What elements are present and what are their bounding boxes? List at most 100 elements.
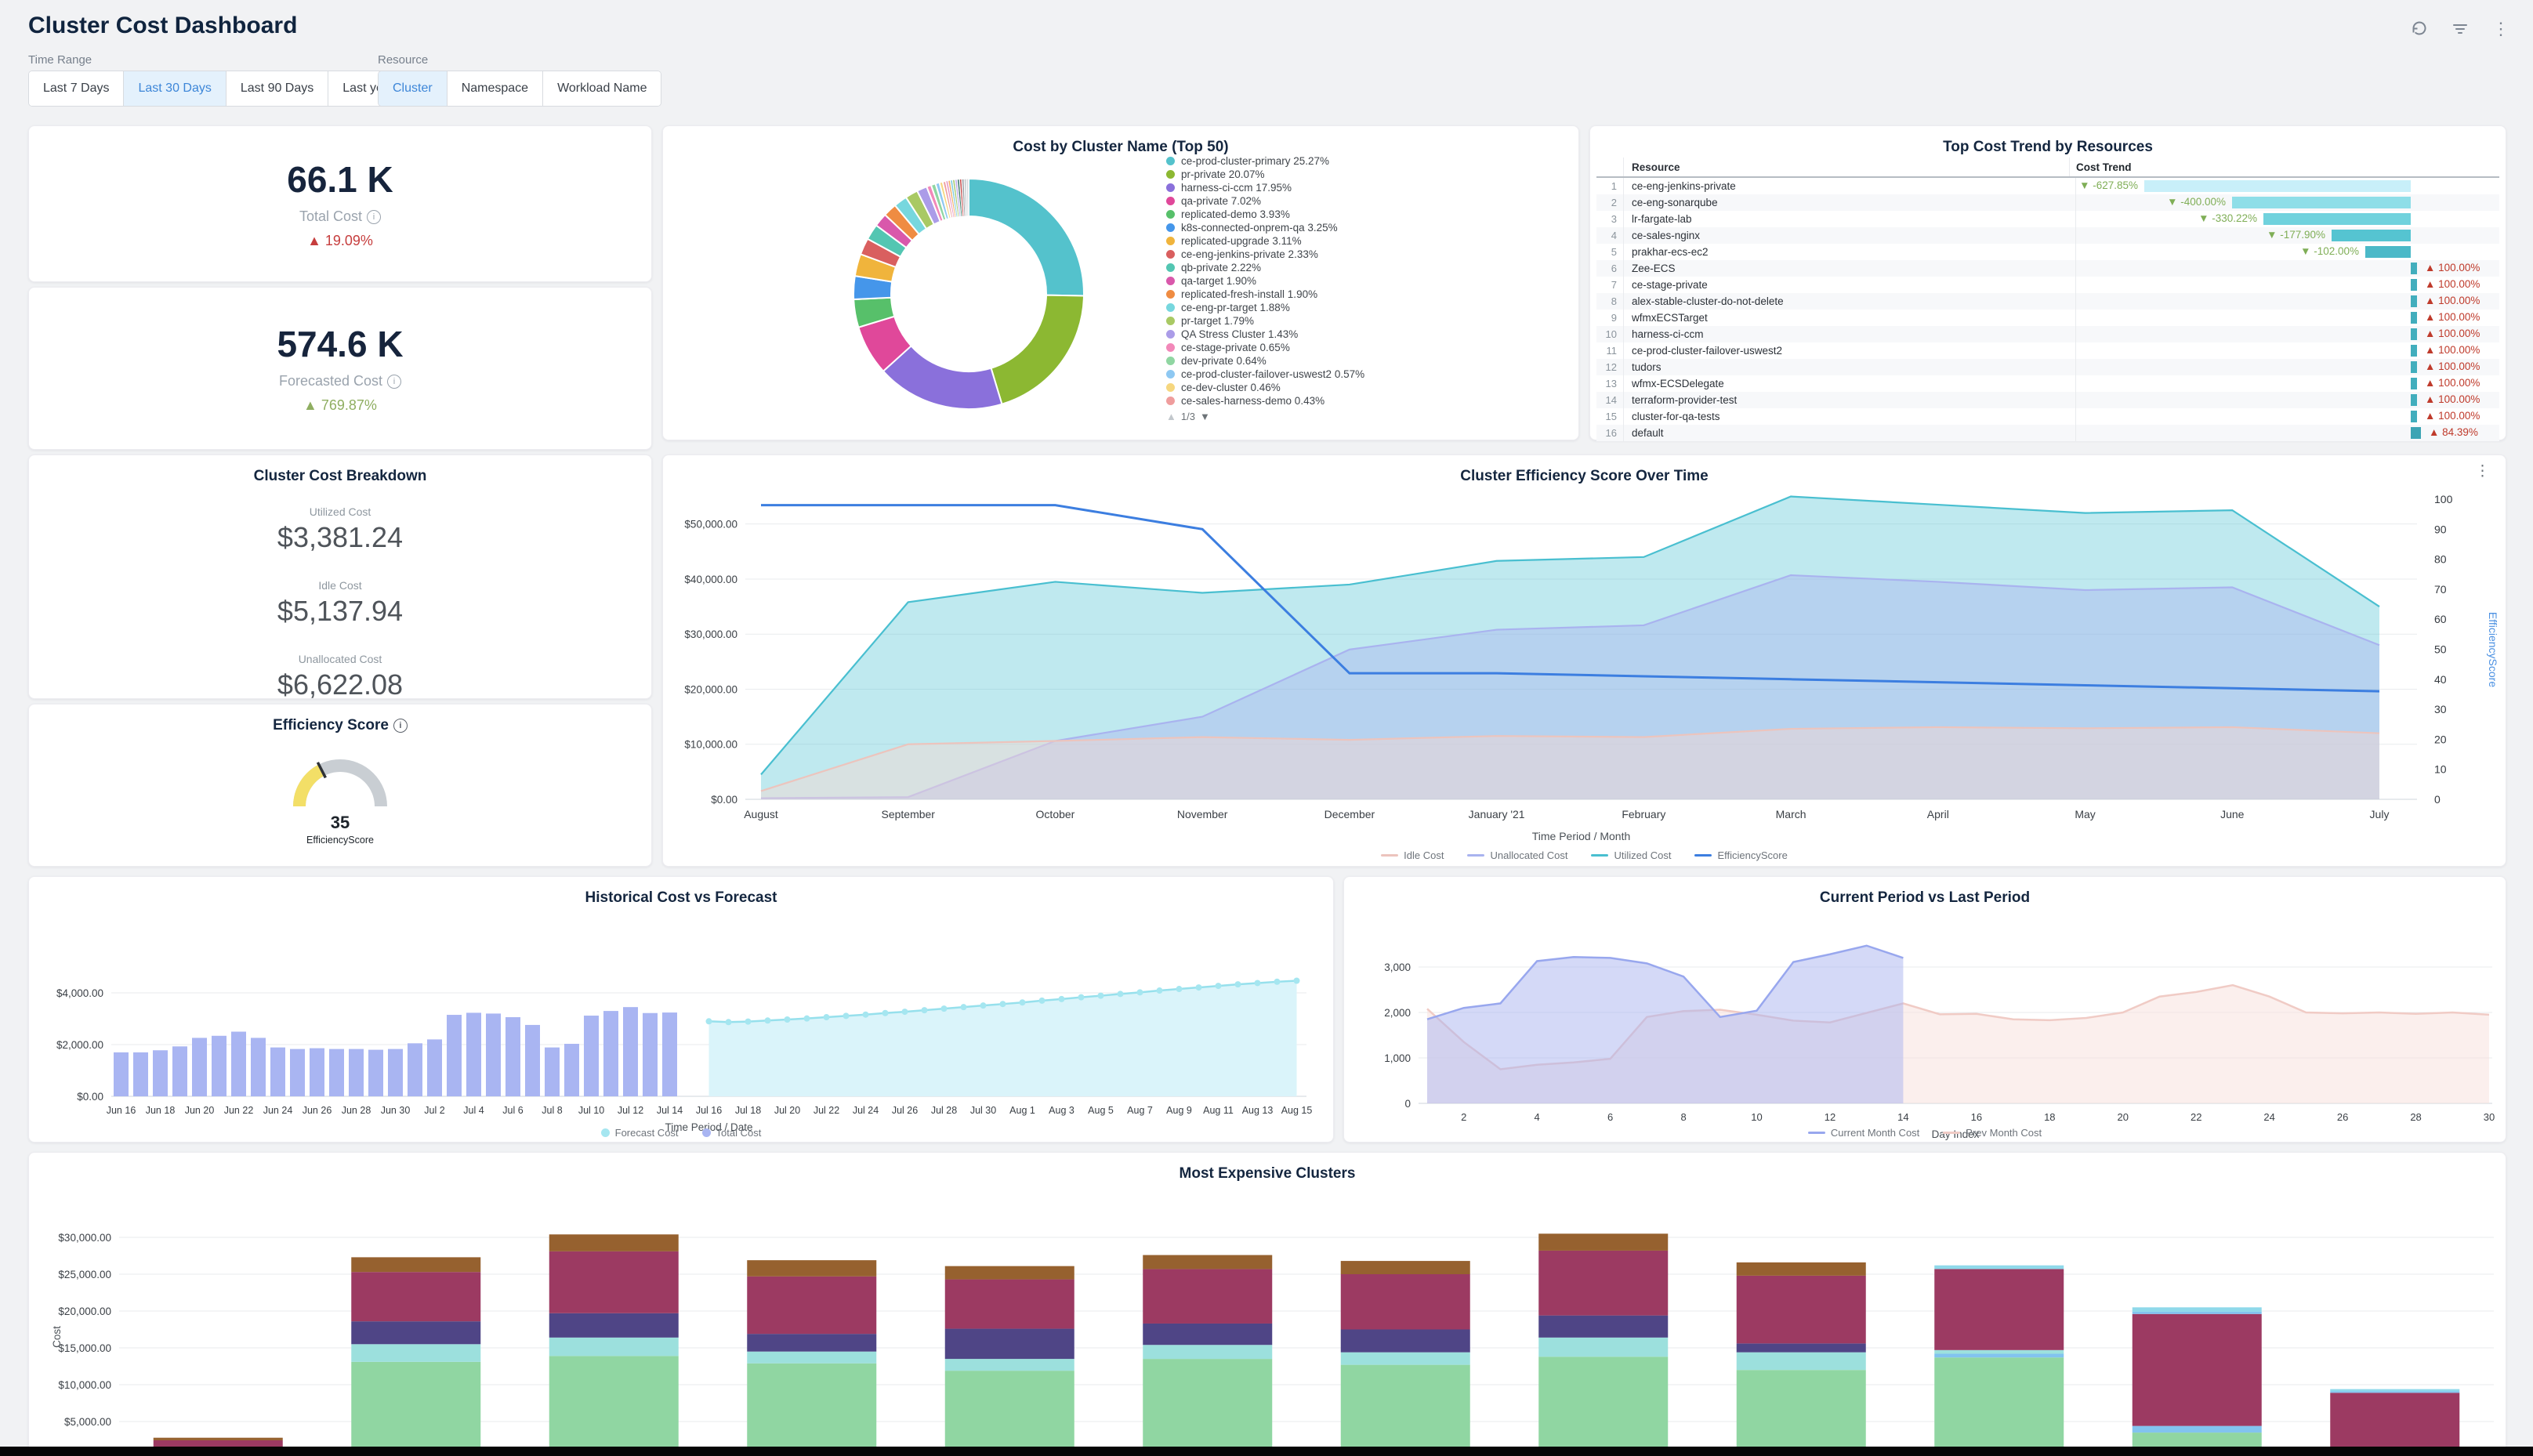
svg-text:Jul 16: Jul 16 — [696, 1105, 722, 1116]
donut-legend-item-ce-prod-cluster-primary[interactable]: ce-prod-cluster-primary 25.27% — [1166, 154, 1364, 168]
donut-legend-item-qb-private[interactable]: qb-private 2.22% — [1166, 261, 1364, 274]
donut-legend-item-replicated-demo[interactable]: replicated-demo 3.93% — [1166, 208, 1364, 221]
table-row-cluster-for-qa-tests: 15cluster-for-qa-tests▲ 100.00% — [1596, 408, 2499, 425]
legend-page-up-icon[interactable]: ▲ — [1166, 411, 1176, 422]
svg-text:0: 0 — [1404, 1098, 1411, 1110]
donut-legend-item-replicated-fresh-install[interactable]: replicated-fresh-install 1.90% — [1166, 288, 1364, 301]
resource-workload-name[interactable]: Workload Name — [542, 71, 661, 106]
trend-value: ▲ 84.39% — [2429, 426, 2478, 438]
legend-dot-icon — [1166, 303, 1175, 312]
kebab-menu-icon[interactable]: ⋮ — [2491, 19, 2511, 39]
row-resource: wfmx-ECSDelegate — [1623, 375, 2075, 392]
donut-legend-item-k8s-connected-onprem-qa[interactable]: k8s-connected-onprem-qa 3.25% — [1166, 221, 1364, 234]
resource-namespace[interactable]: Namespace — [447, 71, 542, 106]
svg-text:Jun 24: Jun 24 — [263, 1105, 293, 1116]
efficiency-score-gauge: 35EfficiencyScore — [29, 731, 651, 857]
donut-legend-item-harness-ci-ccm[interactable]: harness-ci-ccm 17.95% — [1166, 181, 1364, 194]
unallocated-cost-label: Unallocated Cost — [29, 653, 651, 665]
svg-text:Time Period / Month: Time Period / Month — [1532, 830, 1631, 842]
svg-text:Jul 20: Jul 20 — [774, 1105, 800, 1116]
row-rank: 6 — [1596, 263, 1617, 274]
legend-item-efficiencyscore[interactable]: EfficiencyScore — [1694, 849, 1787, 861]
svg-text:10: 10 — [1751, 1111, 1762, 1123]
info-icon[interactable]: i — [367, 210, 381, 224]
svg-text:Jun 30: Jun 30 — [381, 1105, 411, 1116]
total-cost-value: 66.1 K — [287, 158, 393, 201]
filter-icon[interactable] — [2450, 19, 2470, 39]
refresh-icon[interactable] — [2409, 19, 2430, 39]
donut-legend-item-qa-stress-cluster[interactable]: QA Stress Cluster 1.43% — [1166, 328, 1364, 341]
svg-text:2,000: 2,000 — [1384, 1007, 1411, 1019]
legend-item-forecast-cost[interactable]: Forecast Cost — [601, 1127, 679, 1139]
svg-text:26: 26 — [2337, 1111, 2348, 1123]
table-row-ce-prod-cluster-failover-uswest2: 11ce-prod-cluster-failover-uswest2▲ 100.… — [1596, 342, 2499, 359]
donut-legend-item-qa-private[interactable]: qa-private 7.02% — [1166, 194, 1364, 208]
legend-dot-icon — [1166, 210, 1175, 219]
trend-bar — [2411, 411, 2417, 422]
donut-legend-item-qa-target[interactable]: qa-target 1.90% — [1166, 274, 1364, 288]
info-icon[interactable]: i — [387, 375, 401, 389]
table-row-tudors: 12tudors▲ 100.00% — [1596, 359, 2499, 375]
legend-marker-icon — [1591, 854, 1608, 857]
legend-item-prev-month-cost[interactable]: Prev Month Cost — [1943, 1127, 2042, 1139]
trend-value: ▼ -400.00% — [2167, 196, 2226, 208]
legend-marker-icon — [1943, 1132, 1960, 1135]
svg-text:6: 6 — [1607, 1111, 1613, 1123]
donut-legend-item-replicated-upgrade[interactable]: replicated-upgrade 3.11% — [1166, 234, 1364, 248]
svg-text:Jul 2: Jul 2 — [424, 1105, 444, 1116]
donut-legend-item-pr-target[interactable]: pr-target 1.79% — [1166, 314, 1364, 328]
svg-text:$10,000.00: $10,000.00 — [58, 1379, 111, 1391]
legend-dot-icon — [1166, 223, 1175, 232]
column-header-cost-trend[interactable]: Cost Trend — [2069, 158, 2499, 176]
time-range-last-90-days[interactable]: Last 90 Days — [226, 71, 328, 106]
donut-legend-item-ce-dev-cluster[interactable]: ce-dev-cluster 0.46% — [1166, 381, 1364, 394]
row-resource: prakhar-ecs-ec2 — [1623, 244, 2075, 260]
panel-title: Cluster Cost Breakdown — [29, 455, 651, 485]
row-cost-trend: ▲ 100.00% — [2075, 342, 2499, 359]
svg-text:$5,000.00: $5,000.00 — [64, 1416, 111, 1428]
table-row-zee-ecs: 6Zee-ECS▲ 100.00% — [1596, 260, 2499, 277]
legend-marker-icon — [1694, 854, 1712, 857]
row-rank: 16 — [1596, 427, 1617, 439]
svg-text:Aug 9: Aug 9 — [1166, 1105, 1192, 1116]
donut-legend-item-ce-eng-pr-target[interactable]: ce-eng-pr-target 1.88% — [1166, 301, 1364, 314]
utilized-cost-label: Utilized Cost — [29, 505, 651, 518]
time-range-last-7-days[interactable]: Last 7 Days — [29, 71, 123, 106]
svg-text:22: 22 — [2191, 1111, 2201, 1123]
legend-item-total-cost[interactable]: Total Cost — [702, 1127, 762, 1139]
donut-legend-item-pr-private[interactable]: pr-private 20.07% — [1166, 168, 1364, 181]
svg-text:December: December — [1324, 808, 1375, 820]
donut-legend-item-ce-prod-cluster-failover-uswest2[interactable]: ce-prod-cluster-failover-uswest2 0.57% — [1166, 368, 1364, 381]
column-header-resource[interactable]: Resource — [1623, 158, 2069, 176]
cost-by-cluster-donut-chart — [663, 161, 1149, 436]
trend-value: ▼ -177.90% — [2267, 229, 2325, 241]
trend-value: ▲ 100.00% — [2425, 328, 2480, 339]
efficiency-score-panel: Efficiency Scorei 35EfficiencyScore — [28, 704, 652, 867]
donut-legend-item-ce-stage-private[interactable]: ce-stage-private 0.65% — [1166, 341, 1364, 354]
legend-page-down-icon[interactable]: ▼ — [1200, 411, 1210, 422]
svg-text:November: November — [1177, 808, 1228, 820]
forecasted-cost-label: Forecasted Costi — [279, 373, 401, 389]
row-cost-trend: ▼ -400.00% — [2075, 194, 2499, 211]
donut-slice-other[interactable] — [966, 179, 969, 216]
legend-dot-icon — [1166, 170, 1175, 179]
donut-slice-ce-prod-cluster-primary[interactable] — [969, 179, 1084, 295]
legend-item-idle-cost[interactable]: Idle Cost — [1381, 849, 1444, 861]
legend-dot-icon — [1166, 370, 1175, 378]
forecasted-cost-value: 574.6 K — [277, 323, 403, 365]
donut-legend: ce-prod-cluster-primary 25.27%pr-private… — [1166, 154, 1364, 422]
time-range-last-30-days[interactable]: Last 30 Days — [123, 71, 225, 106]
svg-text:Jun 28: Jun 28 — [342, 1105, 371, 1116]
legend-item-unallocated-cost[interactable]: Unallocated Cost — [1467, 849, 1567, 861]
legend-item-utilized-cost[interactable]: Utilized Cost — [1591, 849, 1671, 861]
svg-text:3,000: 3,000 — [1384, 962, 1411, 973]
donut-legend-item-ce-eng-jenkins-private[interactable]: ce-eng-jenkins-private 2.33% — [1166, 248, 1364, 261]
donut-legend-item-dev-private[interactable]: dev-private 0.64% — [1166, 354, 1364, 368]
resource-cluster[interactable]: Cluster — [379, 71, 447, 106]
donut-slice-pr-private[interactable] — [991, 295, 1084, 404]
svg-text:July: July — [2370, 808, 2390, 820]
legend-dot-icon — [1166, 277, 1175, 285]
legend-item-current-month-cost[interactable]: Current Month Cost — [1808, 1127, 1919, 1139]
trend-bar — [2411, 361, 2417, 373]
donut-legend-item-ce-sales-harness-demo[interactable]: ce-sales-harness-demo 0.43% — [1166, 394, 1364, 407]
